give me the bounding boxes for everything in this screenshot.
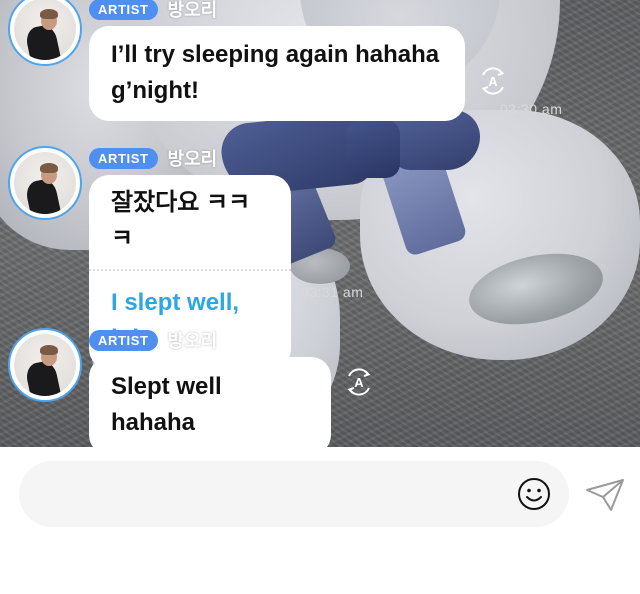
message-text-line: Slept well hahaha (111, 373, 222, 436)
avatar-figure (24, 23, 62, 60)
avatar-photo (14, 0, 76, 60)
message-timestamp: 03:31 am (301, 284, 364, 300)
ribbon-knot (346, 120, 400, 178)
avatar-figure (24, 177, 62, 214)
message-original-text: 잘잤다요 ㅋㅋㅋ (111, 189, 251, 252)
message-input-container (19, 461, 569, 527)
artist-badge: ARTIST (89, 329, 158, 351)
svg-text:A: A (354, 375, 364, 390)
sender-name: 방오리 (167, 0, 218, 21)
sender-name: 방오리 (167, 149, 218, 170)
chat-background: ARTIST 방오리 I’ll try sleeping again hahah… (0, 0, 640, 447)
message-timestamp: 03:30 am (500, 101, 563, 117)
sender-row: ARTIST 방오리 (89, 327, 217, 353)
message-composer (0, 447, 640, 594)
artist-badge: ARTIST (89, 147, 158, 169)
paper-plane-icon[interactable] (584, 477, 626, 513)
avatar-figure (40, 345, 58, 355)
avatar-photo (14, 152, 76, 214)
auto-translate-icon[interactable]: A (344, 367, 374, 397)
message-text-line: I’ll try sleeping again hahaha (111, 41, 440, 68)
avatar-figure (40, 163, 58, 173)
avatar-figure (40, 9, 58, 19)
message-input[interactable] (41, 461, 511, 527)
sender-name: 방오리 (167, 331, 218, 352)
message-text-line: g’night! (111, 77, 199, 104)
artist-badge: ARTIST (89, 0, 158, 20)
sender-row: ARTIST 방오리 (89, 0, 217, 22)
auto-translate-icon[interactable]: A (478, 66, 508, 96)
smiley-face-icon[interactable] (517, 477, 551, 511)
message-bubble[interactable]: Slept well hahaha (89, 357, 331, 447)
sender-row: ARTIST 방오리 (89, 145, 217, 171)
message-bubble[interactable]: I’ll try sleeping again hahaha g’night! (89, 26, 465, 121)
avatar[interactable] (8, 146, 82, 220)
avatar-figure (24, 359, 62, 396)
avatar[interactable] (8, 328, 82, 402)
avatar-photo (14, 334, 76, 396)
svg-text:A: A (488, 74, 498, 89)
